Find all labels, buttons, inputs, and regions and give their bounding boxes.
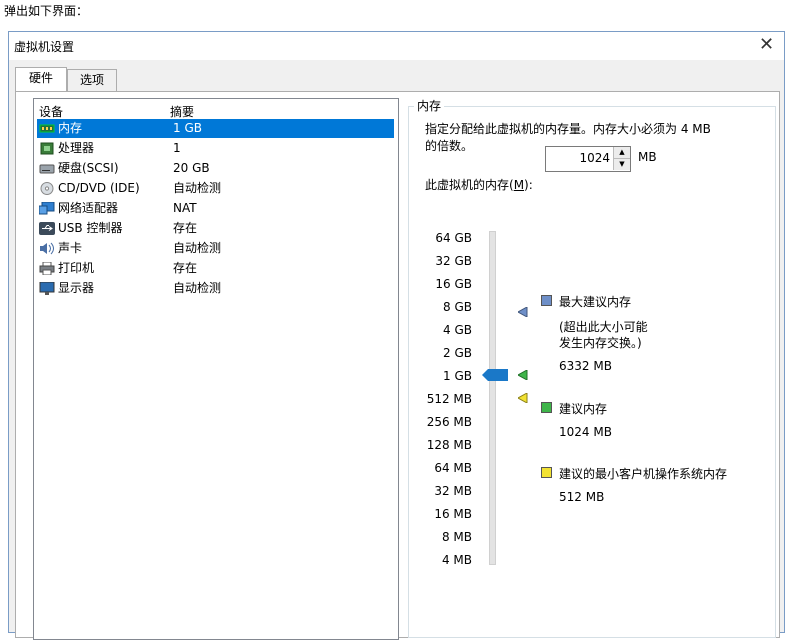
- title-bar: 虚拟机设置 ✕: [9, 32, 784, 59]
- memory-description-line1: 指定分配给此虚拟机的内存量。内存大小必须为 4 MB: [425, 122, 711, 136]
- processor-icon: [40, 142, 54, 155]
- instruction-caption: 弹出如下界面：: [4, 4, 89, 18]
- device-summary: 存在: [173, 261, 198, 275]
- vm-settings-dialog: 虚拟机设置 ✕ 硬件 选项 设备 摘要 内存 1 GB 处理器 1 硬盘(SCS…: [8, 31, 785, 640]
- hardware-panel: 设备 摘要 内存 1 GB 处理器 1 硬盘(SCSI) 20 GB CD/DV…: [15, 91, 780, 640]
- device-summary: 1: [173, 141, 181, 155]
- max-recommended-marker-icon: [518, 307, 528, 317]
- scale-tick-label: 128 MB: [426, 438, 472, 452]
- device-row-processor[interactable]: 处理器 1: [37, 139, 394, 158]
- recommended-value: 1024 MB: [559, 425, 612, 439]
- scale-tick-label: 64 MB: [434, 461, 472, 475]
- dialog-body: 硬件 选项 设备 摘要 内存 1 GB 处理器 1 硬盘(SCSI) 20 GB…: [9, 60, 784, 640]
- usb-icon: [39, 222, 55, 235]
- scale-tick-label: 2 GB: [443, 346, 472, 360]
- min-recommended-value: 512 MB: [559, 490, 605, 504]
- device-row-memory[interactable]: 内存 1 GB: [37, 119, 394, 138]
- min-recommended-marker-icon: [518, 393, 528, 403]
- min-recommended-legend-icon: [541, 467, 552, 478]
- device-name: USB 控制器: [58, 221, 123, 235]
- display-icon: [39, 282, 55, 295]
- device-summary: 自动检测: [173, 281, 222, 295]
- scale-tick-label: 4 MB: [441, 553, 472, 567]
- sound-card-icon: [40, 242, 54, 255]
- scale-tick-label: 8 GB: [443, 300, 472, 314]
- scale-tick-label: 64 GB: [435, 231, 472, 245]
- network-adapter-icon: [39, 202, 55, 215]
- max-recommended-legend-icon: [541, 295, 552, 306]
- device-summary: 20 GB: [173, 161, 210, 175]
- device-name: 显示器: [58, 281, 95, 295]
- memory-group-label: 内存: [414, 97, 445, 114]
- tab-hardware[interactable]: 硬件: [15, 67, 67, 91]
- device-summary: 自动检测: [173, 241, 222, 255]
- device-name: 硬盘(SCSI): [58, 161, 119, 175]
- device-name: 声卡: [58, 241, 83, 255]
- scale-tick-label: 16 GB: [435, 277, 472, 291]
- device-summary: 自动检测: [173, 181, 222, 195]
- scale-tick-label: 1 GB: [443, 369, 472, 383]
- memory-unit: MB: [638, 150, 657, 164]
- spin-up-icon[interactable]: ▲: [613, 147, 630, 159]
- device-row-network[interactable]: 网络适配器 NAT: [37, 199, 394, 218]
- device-name: 处理器: [58, 141, 95, 155]
- scale-tick-label: 32 MB: [434, 484, 472, 498]
- max-recommended-value: 6332 MB: [559, 359, 612, 373]
- scale-tick-label: 4 GB: [443, 323, 472, 337]
- memory-value[interactable]: 1024: [579, 151, 610, 165]
- max-recommended-note1: (超出此大小可能: [559, 320, 648, 334]
- scale-tick-label: 8 MB: [441, 530, 472, 544]
- memory-slider-thumb[interactable]: [482, 369, 508, 381]
- close-icon[interactable]: ✕: [759, 34, 774, 55]
- device-row-printer[interactable]: 打印机 存在: [37, 259, 394, 278]
- device-row-display[interactable]: 显示器 自动检测: [37, 279, 394, 298]
- memory-description-line2: 的倍数。: [425, 139, 474, 153]
- device-name: CD/DVD (IDE): [58, 181, 140, 195]
- device-row-sound[interactable]: 声卡 自动检测: [37, 239, 394, 258]
- device-summary: NAT: [173, 201, 197, 215]
- device-name: 内存: [58, 121, 83, 135]
- device-name: 网络适配器: [58, 201, 119, 215]
- cdrom-icon: [40, 182, 54, 195]
- recommended-label: 建议内存: [559, 402, 608, 416]
- recommended-marker-icon: [518, 370, 528, 380]
- device-summary: 1 GB: [173, 121, 202, 135]
- spin-down-icon[interactable]: ▼: [613, 159, 630, 170]
- scale-tick-label: 256 MB: [426, 415, 472, 429]
- device-column-header[interactable]: 设备: [39, 103, 63, 120]
- dialog-title: 虚拟机设置: [14, 40, 75, 54]
- recommended-legend-icon: [541, 402, 552, 413]
- device-list: 设备 摘要 内存 1 GB 处理器 1 硬盘(SCSI) 20 GB CD/DV…: [33, 98, 399, 640]
- printer-icon: [39, 262, 55, 275]
- scale-tick-label: 32 GB: [435, 254, 472, 268]
- max-recommended-label: 最大建议内存: [559, 295, 632, 309]
- memory-icon: [39, 124, 55, 133]
- scale-tick-label: 16 MB: [434, 507, 472, 521]
- memory-input-label: 此虚拟机的内存(M):: [425, 178, 533, 192]
- device-name: 打印机: [58, 261, 95, 275]
- scale-tick-label: 512 MB: [426, 392, 472, 406]
- summary-column-header[interactable]: 摘要: [170, 103, 194, 120]
- device-row-usb[interactable]: USB 控制器 存在: [37, 219, 394, 238]
- device-row-harddisk[interactable]: 硬盘(SCSI) 20 GB: [37, 159, 394, 178]
- device-row-cdrom[interactable]: CD/DVD (IDE) 自动检测: [37, 179, 394, 198]
- tab-options[interactable]: 选项: [67, 69, 117, 91]
- min-recommended-label: 建议的最小客户机操作系统内存: [559, 467, 728, 481]
- device-summary: 存在: [173, 221, 198, 235]
- harddisk-icon: [39, 164, 55, 174]
- max-recommended-note2: 发生内存交换。): [559, 336, 642, 350]
- memory-spinbox[interactable]: 1024 ▲ ▼: [545, 146, 631, 172]
- memory-slider-track[interactable]: [489, 231, 496, 565]
